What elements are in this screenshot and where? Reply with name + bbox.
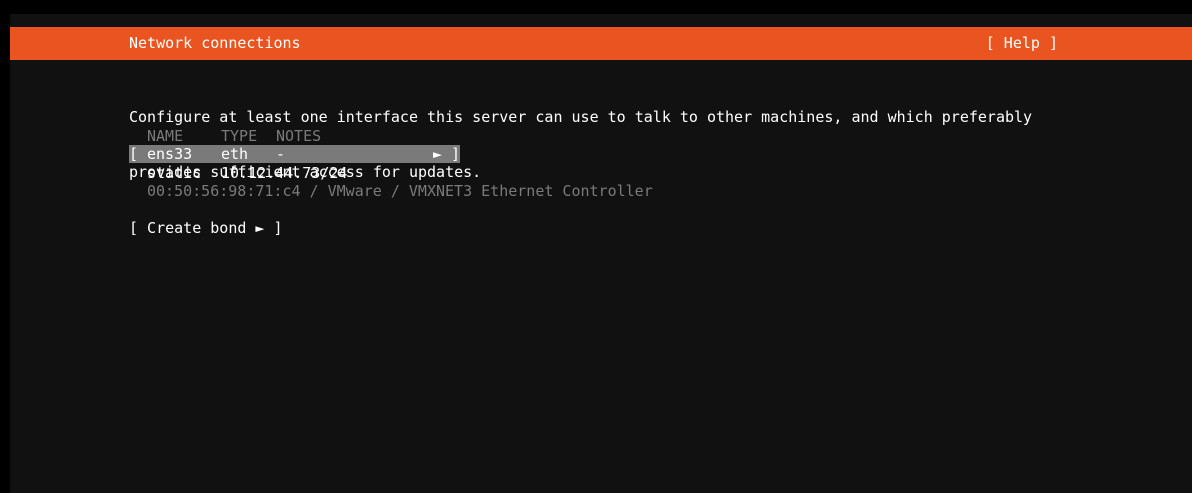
column-header-notes: NOTES — [276, 127, 322, 145]
interface-row-ens33[interactable]: [ ens33 eth - ► ] — [129, 145, 460, 163]
submenu-arrow-icon: ► — [433, 145, 443, 163]
description-line: Configure at least one interface this se… — [129, 107, 1033, 126]
ip-address: 10.12.44.73/24 — [221, 164, 348, 182]
help-button[interactable]: [ Help ] — [986, 34, 1058, 52]
column-header-name: NAME — [147, 127, 184, 145]
header-bar: Network connections [ Help ] — [10, 27, 1192, 60]
interface-type: eth — [221, 145, 249, 163]
column-header-type: TYPE — [221, 127, 258, 145]
addressing-mode: static — [147, 164, 202, 182]
row-bracket-close: ] — [451, 145, 461, 163]
interface-notes: - — [276, 145, 286, 163]
row-bracket-open: [ — [129, 145, 139, 163]
page-title: Network connections — [129, 34, 301, 52]
hardware-info: 00:50:56:98:71:c4 / VMware / VMXNET3 Eth… — [147, 182, 653, 200]
create-bond-button[interactable]: [ Create bond ► ] — [129, 219, 283, 237]
interface-name: ens33 — [147, 145, 193, 163]
installer-screen: Network connections [ Help ] Configure a… — [10, 14, 1192, 493]
